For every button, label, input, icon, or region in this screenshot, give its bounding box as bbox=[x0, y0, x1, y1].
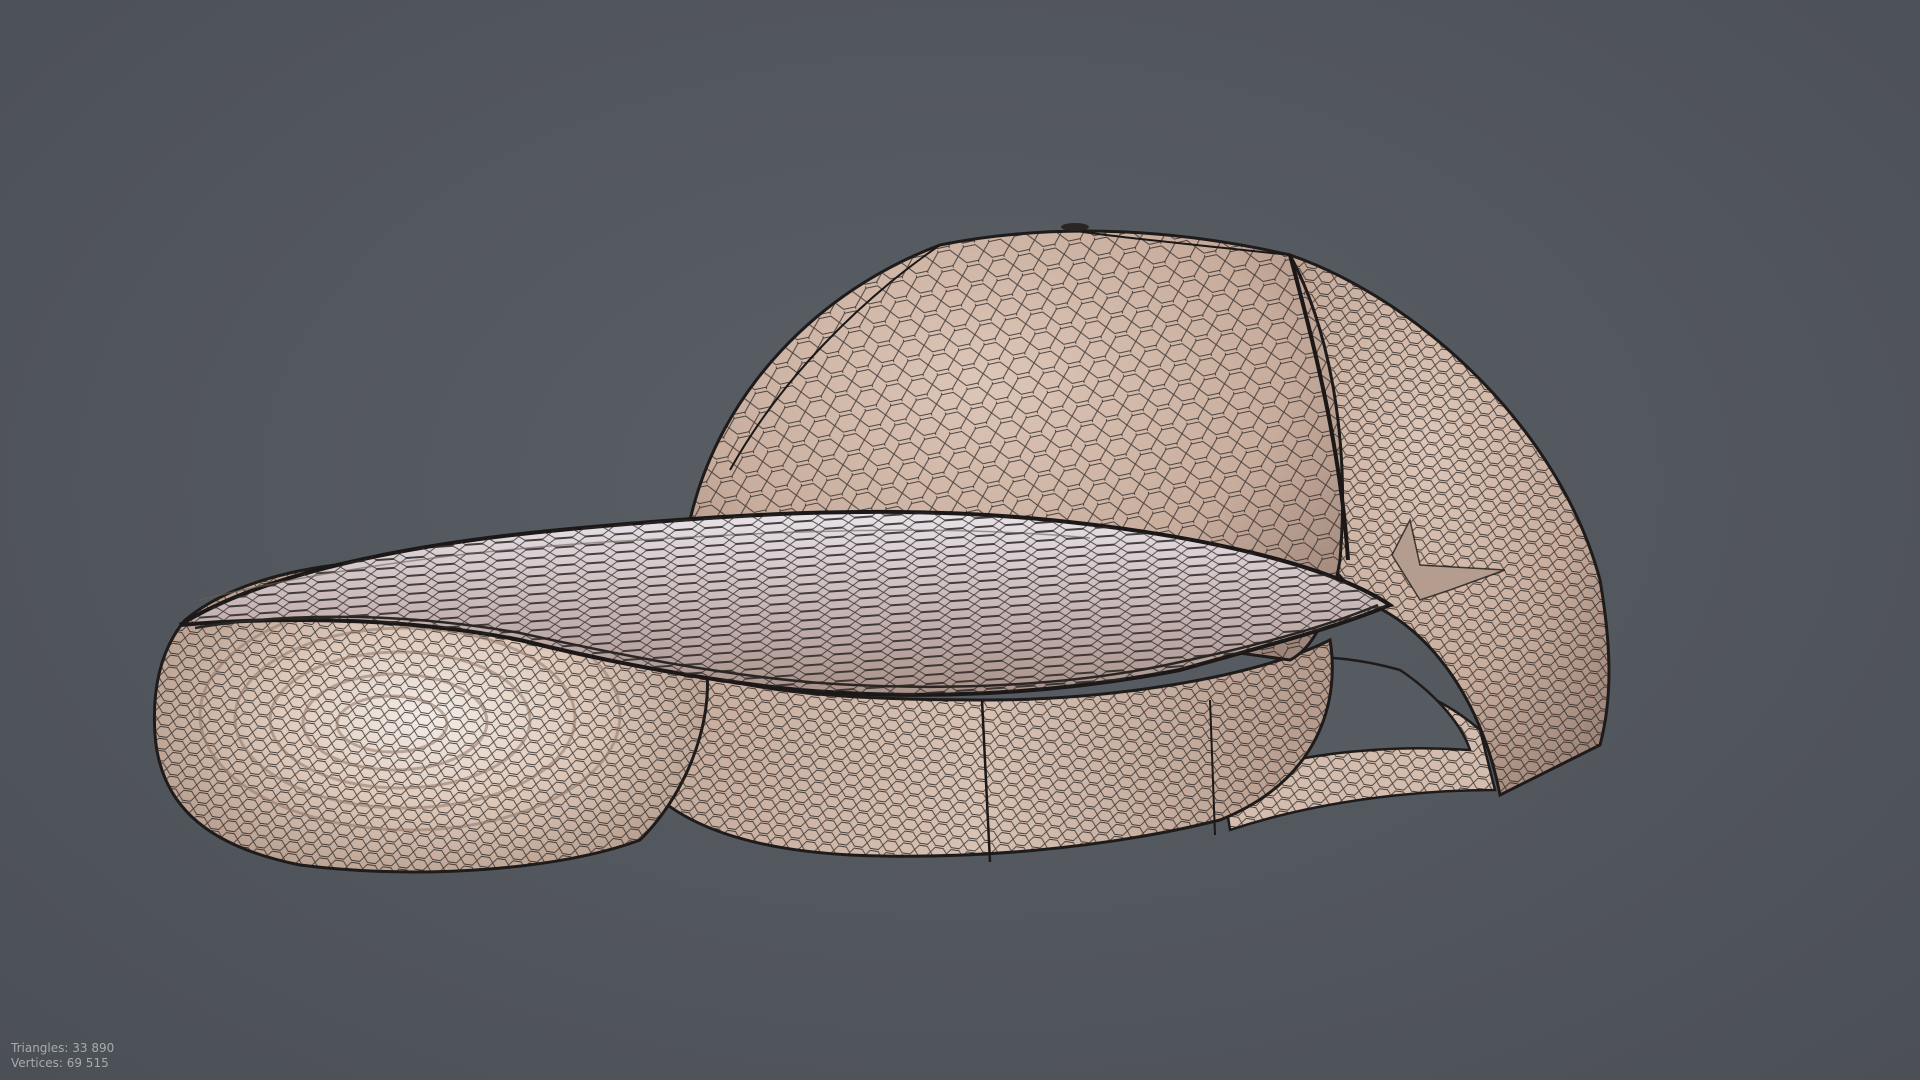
cap-top-button bbox=[1061, 223, 1089, 231]
3d-viewport[interactable]: Triangles: 33 890 Vertices: 69 515 bbox=[0, 0, 1920, 1080]
cap-model[interactable] bbox=[0, 0, 1920, 1080]
